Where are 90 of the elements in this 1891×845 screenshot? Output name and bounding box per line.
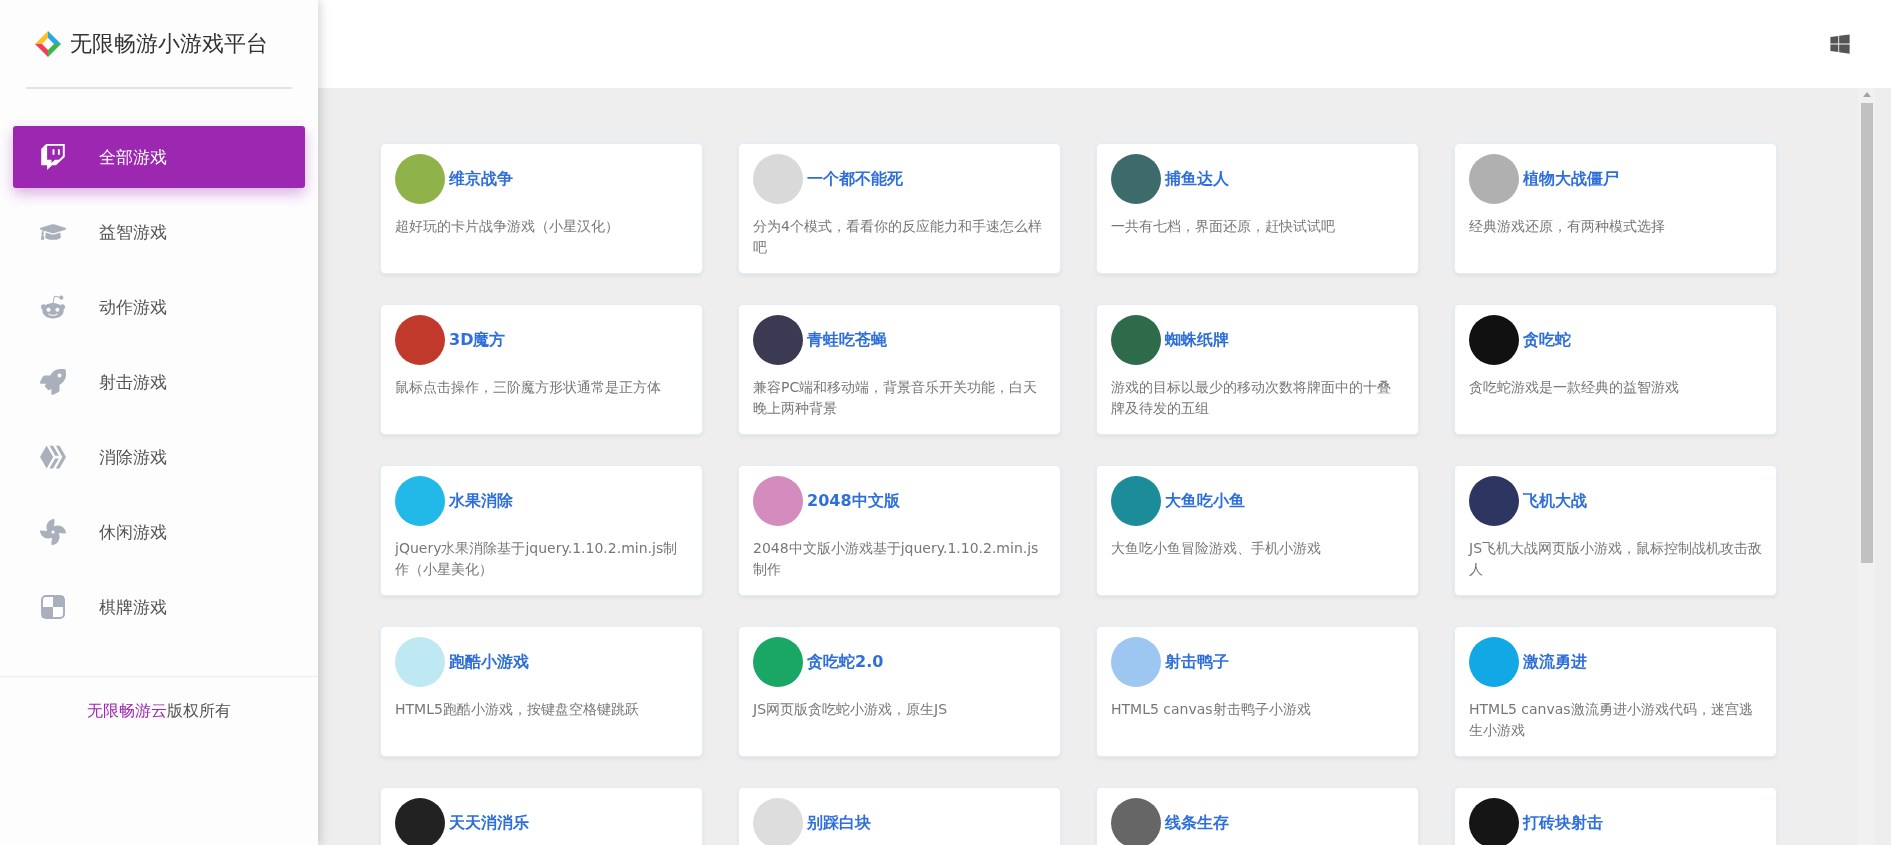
nav-item[interactable]: 休闲游戏 <box>13 501 305 563</box>
game-title: 2048中文版 <box>807 490 900 512</box>
game-description: HTML5跑酷小游戏，按键盘空格键跳跃 <box>395 700 640 719</box>
game-title: 天天消消乐 <box>449 812 529 834</box>
game-title: 线条生存 <box>1165 812 1229 834</box>
game-card[interactable]: 蜘蛛纸牌 游戏的目标以最少的移动次数将牌面中的十叠牌及待发的五组 <box>1096 304 1419 435</box>
game-title: 捕鱼达人 <box>1165 168 1229 190</box>
nav-item[interactable]: 棋牌游戏 <box>13 576 305 638</box>
game-thumbnail <box>753 154 803 204</box>
game-card[interactable]: 跑酷小游戏 HTML5跑酷小游戏，按键盘空格键跳跃 <box>380 626 703 757</box>
site-title: 无限畅游小游戏平台 <box>70 29 268 58</box>
game-description: 一共有七档，界面还原，赶快试试吧 <box>1111 217 1336 236</box>
nav-item[interactable]: 益智游戏 <box>13 201 305 263</box>
game-card[interactable]: 植物大战僵尸 经典游戏还原，有两种模式选择 <box>1454 143 1777 274</box>
nav-item[interactable]: 动作游戏 <box>13 276 305 338</box>
game-thumbnail <box>753 798 803 845</box>
game-title: 维京战争 <box>449 168 513 190</box>
game-description: 2048中文版小游戏基于jquery.1.10.2.min.js制作 <box>753 539 1040 579</box>
game-card[interactable]: 3D魔方 鼠标点击操作，三阶魔方形状通常是正方体 <box>380 304 703 435</box>
game-description: 大鱼吃小鱼冒险游戏、手机小游戏 <box>1111 539 1322 558</box>
game-description: 游戏的目标以最少的移动次数将牌面中的十叠牌及待发的五组 <box>1111 378 1392 418</box>
scroll-up-icon[interactable] <box>1862 92 1871 97</box>
game-card[interactable]: 大鱼吃小鱼 大鱼吃小鱼冒险游戏、手机小游戏 <box>1096 465 1419 596</box>
game-thumbnail <box>1469 154 1519 204</box>
game-title: 别踩白块 <box>807 812 871 834</box>
nav-item[interactable]: 射击游戏 <box>13 351 305 413</box>
four-squares-icon[interactable] <box>1829 33 1851 55</box>
game-title: 跑酷小游戏 <box>449 651 529 673</box>
footer-brand: 无限畅游云 <box>87 701 167 720</box>
game-card[interactable]: 一个都不能死 分为4个模式，看看你的反应能力和手速怎么样吧 <box>738 143 1061 274</box>
game-card[interactable]: 线条生存 <box>1096 787 1419 845</box>
scrollbar-thumb[interactable] <box>1860 103 1873 563</box>
game-description: JS飞机大战网页版小游戏，鼠标控制战机攻击敌人 <box>1469 539 1762 579</box>
game-title: 飞机大战 <box>1523 490 1587 512</box>
game-description: HTML5 canvas激流勇进小游戏代码，迷宫逃生小游戏 <box>1469 700 1754 740</box>
game-title: 青蛙吃苍蝇 <box>807 329 887 351</box>
game-card[interactable]: 打砖块射击 <box>1454 787 1777 845</box>
game-thumbnail <box>395 315 445 365</box>
footer-text: 版权所有 <box>167 701 231 720</box>
game-description: 鼠标点击操作，三阶魔方形状通常是正方体 <box>395 378 662 397</box>
game-title: 植物大战僵尸 <box>1523 168 1619 190</box>
game-thumbnail <box>1111 315 1161 365</box>
game-thumbnail <box>1469 798 1519 845</box>
game-description: 经典游戏还原，有两种模式选择 <box>1469 217 1666 236</box>
game-title: 一个都不能死 <box>807 168 903 190</box>
game-description: jQuery水果消除基于jquery.1.10.2.min.js制作（小星美化） <box>395 539 679 579</box>
game-card[interactable]: 水果消除 jQuery水果消除基于jquery.1.10.2.min.js制作（小星美化） <box>380 465 703 596</box>
game-thumbnail <box>753 476 803 526</box>
game-thumbnail <box>1111 637 1161 687</box>
game-thumbnail <box>753 315 803 365</box>
game-card[interactable]: 维京战争 超好玩的卡片战争游戏（小星汉化） <box>380 143 703 274</box>
game-thumbnail <box>1111 154 1161 204</box>
game-thumbnail <box>1469 476 1519 526</box>
game-thumbnail <box>395 476 445 526</box>
game-title: 射击鸭子 <box>1165 651 1229 673</box>
game-card[interactable]: 射击鸭子 HTML5 canvas射击鸭子小游戏 <box>1096 626 1419 757</box>
game-title: 贪吃蛇 <box>1523 329 1571 351</box>
game-card[interactable]: 捕鱼达人 一共有七档，界面还原，赶快试试吧 <box>1096 143 1419 274</box>
logo-icon <box>34 29 62 58</box>
game-thumbnail <box>395 637 445 687</box>
game-description: HTML5 canvas射击鸭子小游戏 <box>1111 700 1312 719</box>
game-card[interactable]: 贪吃蛇 贪吃蛇游戏是一款经典的益智游戏 <box>1454 304 1777 435</box>
game-card[interactable]: 别踩白块 <box>738 787 1061 845</box>
game-thumbnail <box>1469 315 1519 365</box>
game-title: 激流勇进 <box>1523 651 1587 673</box>
nav-item[interactable]: 全部游戏 <box>13 126 305 188</box>
game-title: 3D魔方 <box>449 329 506 351</box>
game-card[interactable]: 贪吃蛇2.0 JS网页版贪吃蛇小游戏，原生JS <box>738 626 1061 757</box>
game-description: 超好玩的卡片战争游戏（小星汉化） <box>395 217 620 236</box>
game-title: 大鱼吃小鱼 <box>1165 490 1245 512</box>
game-title: 水果消除 <box>449 490 513 512</box>
game-title: 贪吃蛇2.0 <box>807 651 884 673</box>
game-card[interactable]: 激流勇进 HTML5 canvas激流勇进小游戏代码，迷宫逃生小游戏 <box>1454 626 1777 757</box>
game-description: 兼容PC端和移动端，背景音乐开关功能，白天晚上两种背景 <box>753 378 1039 418</box>
game-title: 蜘蛛纸牌 <box>1165 329 1229 351</box>
game-description: JS网页版贪吃蛇小游戏，原生JS <box>753 700 949 719</box>
game-thumbnail <box>753 637 803 687</box>
game-card[interactable]: 天天消消乐 <box>380 787 703 845</box>
game-thumbnail <box>395 798 445 845</box>
game-description: 贪吃蛇游戏是一款经典的益智游戏 <box>1469 378 1680 397</box>
game-thumbnail <box>395 154 445 204</box>
game-card[interactable]: 飞机大战 JS飞机大战网页版小游戏，鼠标控制战机攻击敌人 <box>1454 465 1777 596</box>
game-card[interactable]: 2048中文版 2048中文版小游戏基于jquery.1.10.2.min.js制作 <box>738 465 1061 596</box>
game-title: 打砖块射击 <box>1523 812 1603 834</box>
game-description: 分为4个模式，看看你的反应能力和手速怎么样吧 <box>753 217 1043 257</box>
game-card[interactable]: 青蛙吃苍蝇 兼容PC端和移动端，背景音乐开关功能，白天晚上两种背景 <box>738 304 1061 435</box>
game-thumbnail <box>1111 798 1161 845</box>
nav-item[interactable]: 消除游戏 <box>13 426 305 488</box>
game-thumbnail <box>1469 637 1519 687</box>
game-thumbnail <box>1111 476 1161 526</box>
